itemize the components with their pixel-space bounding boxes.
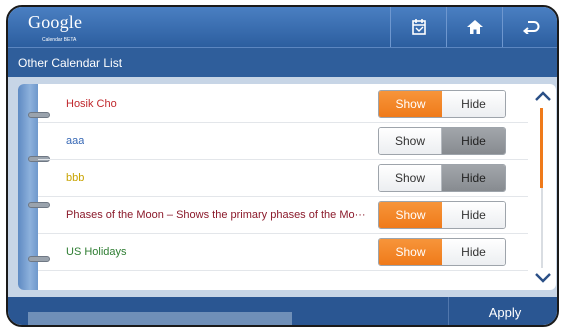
calendar-name: bbb <box>66 172 85 184</box>
calendar-name: US Holidays <box>66 246 127 258</box>
visibility-toggle: Show Hide <box>378 238 506 266</box>
list-item: aaa Show Hide <box>38 123 528 160</box>
device-frame: Google Calendar BETA Other Calendar List… <box>6 5 559 327</box>
list-item: bbb Show Hide <box>38 160 528 197</box>
hide-button[interactable]: Hide <box>442 165 505 191</box>
back-button[interactable] <box>502 7 557 47</box>
calendar-name: aaa <box>66 135 85 147</box>
list-item: Phases of the Moon – Shows the primary p… <box>38 197 528 234</box>
visibility-toggle: Show Hide <box>378 90 506 118</box>
app-header: Google Calendar BETA <box>8 7 557 47</box>
home-icon <box>466 20 483 34</box>
calendar-list-panel: Hosik Cho Show Hide aaa Show Hide bbb Sh… <box>18 84 556 290</box>
section-title-bar: Other Calendar List <box>8 47 557 77</box>
show-button[interactable]: Show <box>379 128 443 154</box>
show-button[interactable]: Show <box>379 239 442 265</box>
visibility-toggle: Show Hide <box>378 201 506 229</box>
show-button[interactable]: Show <box>379 202 442 228</box>
scroll-up-button[interactable] <box>532 88 554 104</box>
calendar-icon <box>411 19 426 35</box>
calendar-name: Phases of the Moon – Shows the primary p… <box>66 209 366 221</box>
back-icon <box>522 21 539 34</box>
chevron-up-icon <box>535 91 551 101</box>
hide-button[interactable]: Hide <box>442 239 505 265</box>
google-calendar-logo: Google Calendar BETA <box>28 12 83 43</box>
home-button[interactable] <box>446 7 502 47</box>
scroll-down-button[interactable] <box>532 270 554 286</box>
list-item: US Holidays Show Hide <box>38 234 528 271</box>
hide-button[interactable]: Hide <box>442 202 505 228</box>
scrollbar-thumb[interactable] <box>540 108 543 188</box>
list-item: Hosik Cho Show Hide <box>38 86 528 123</box>
visibility-toggle: Show Hide <box>378 127 506 155</box>
visibility-toggle: Show Hide <box>378 164 506 192</box>
footer-decoration <box>28 312 292 325</box>
calendar-name: Hosik Cho <box>66 98 117 110</box>
section-title: Other Calendar List <box>18 56 123 70</box>
show-button[interactable]: Show <box>379 91 442 117</box>
hide-button[interactable]: Hide <box>442 128 505 154</box>
chevron-down-icon <box>535 273 551 283</box>
show-button[interactable]: Show <box>379 165 443 191</box>
apply-button[interactable]: Apply <box>448 297 557 325</box>
calendar-button[interactable] <box>390 7 446 47</box>
hide-button[interactable]: Hide <box>442 91 505 117</box>
